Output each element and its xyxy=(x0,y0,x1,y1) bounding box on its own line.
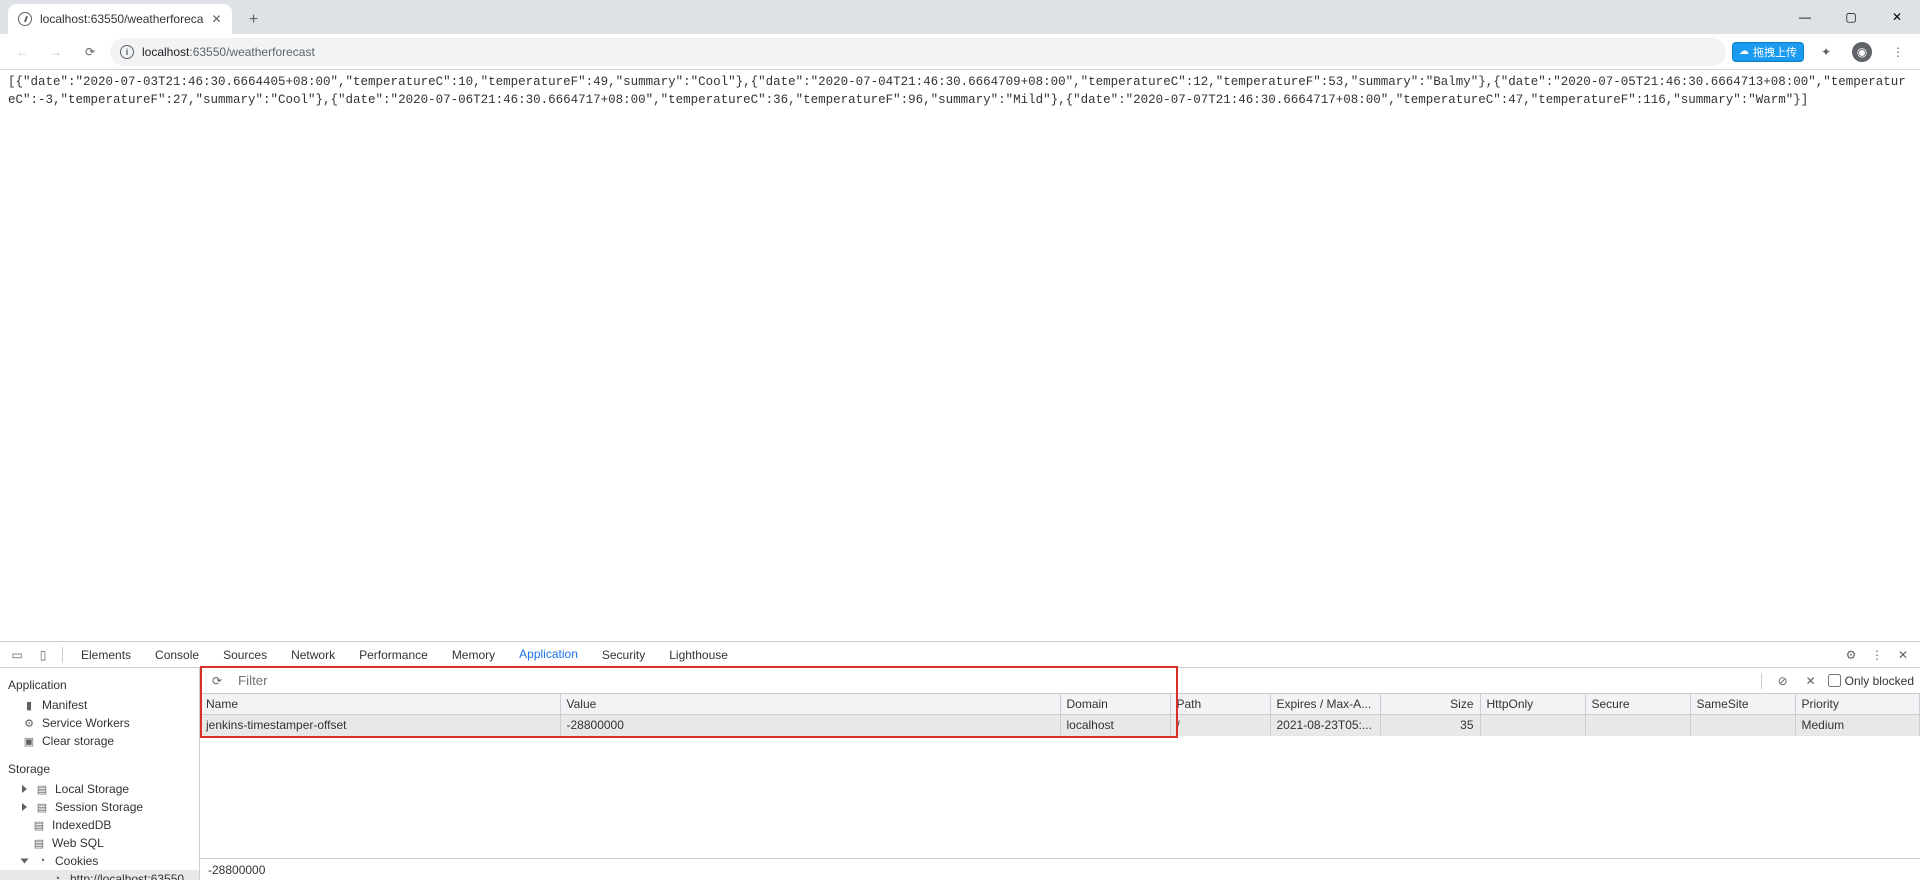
cookie-value: -28800000 xyxy=(560,715,1060,736)
tab-title: localhost:63550/weatherforeca xyxy=(40,12,203,26)
clear-icon: ▣ xyxy=(22,735,36,748)
profile-avatar[interactable]: ◉ xyxy=(1848,38,1876,66)
devtools-tab-console[interactable]: Console xyxy=(145,642,209,668)
cookies-table[interactable]: Name Value Domain Path Expires / Max-A..… xyxy=(200,694,1920,858)
col-secure[interactable]: Secure xyxy=(1585,694,1690,715)
database-icon: ▤ xyxy=(32,819,46,832)
col-value[interactable]: Value xyxy=(560,694,1060,715)
back-button[interactable]: ← xyxy=(8,38,36,66)
site-info-icon[interactable]: i xyxy=(120,45,134,59)
cookie-path: / xyxy=(1170,715,1270,736)
sidebar-section-application: Application xyxy=(0,674,199,696)
window-close-button[interactable]: ✕ xyxy=(1874,0,1920,34)
col-domain[interactable]: Domain xyxy=(1060,694,1170,715)
clear-all-icon[interactable]: ⊘ xyxy=(1772,670,1794,692)
page-body-json: [{"date":"2020-07-03T21:46:30.6664405+08… xyxy=(0,70,1920,113)
cookie-icon: ◔ xyxy=(35,855,49,867)
cookie-row[interactable]: jenkins-timestamper-offset -28800000 loc… xyxy=(200,715,1920,736)
sidebar-item-session-storage[interactable]: ▤Session Storage xyxy=(0,798,199,816)
cookie-value-preview: -28800000 xyxy=(200,858,1920,880)
devtools-tab-lighthouse[interactable]: Lighthouse xyxy=(659,642,738,668)
extension-label: 拖拽上传 xyxy=(1753,44,1797,60)
collapse-icon xyxy=(21,859,29,864)
window-maximize-button[interactable]: ▢ xyxy=(1828,0,1874,34)
application-sidebar: Application ▮Manifest ⚙Service Workers ▣… xyxy=(0,668,200,880)
devtools-tab-application[interactable]: Application xyxy=(509,642,588,668)
col-expires[interactable]: Expires / Max-A... xyxy=(1270,694,1380,715)
storage-icon: ▤ xyxy=(35,801,49,814)
sidebar-item-cookie-origin[interactable]: ◔http://localhost:63550 xyxy=(0,870,199,880)
devtools-tab-security[interactable]: Security xyxy=(592,642,655,668)
table-header-row: Name Value Domain Path Expires / Max-A..… xyxy=(200,694,1920,715)
cookie-name: jenkins-timestamper-offset xyxy=(200,715,560,736)
devtools-tab-performance[interactable]: Performance xyxy=(349,642,438,668)
devtools-tab-elements[interactable]: Elements xyxy=(71,642,141,668)
sidebar-section-storage: Storage xyxy=(0,758,199,780)
devtools-menu-icon[interactable]: ⋮ xyxy=(1866,644,1888,666)
sidebar-item-clear-storage[interactable]: ▣Clear storage xyxy=(0,732,199,750)
cloud-upload-icon: ☁ xyxy=(1739,46,1749,57)
sidebar-item-indexeddb[interactable]: ▤IndexedDB xyxy=(0,816,199,834)
cookie-domain: localhost xyxy=(1060,715,1170,736)
reload-button[interactable]: ⟳ xyxy=(76,38,104,66)
sidebar-item-local-storage[interactable]: ▤Local Storage xyxy=(0,780,199,798)
col-path[interactable]: Path xyxy=(1170,694,1270,715)
cookie-expires: 2021-08-23T05:... xyxy=(1270,715,1380,736)
extensions-icon[interactable]: ✦ xyxy=(1812,38,1840,66)
refresh-icon[interactable]: ⟳ xyxy=(206,670,228,692)
devtools-tab-sources[interactable]: Sources xyxy=(213,642,277,668)
devtools-settings-icon[interactable]: ⚙ xyxy=(1840,644,1862,666)
only-blocked-checkbox[interactable]: Only blocked xyxy=(1828,674,1914,688)
col-httponly[interactable]: HttpOnly xyxy=(1480,694,1585,715)
cookie-priority: Medium xyxy=(1795,715,1920,736)
globe-icon xyxy=(18,12,32,26)
sidebar-item-manifest[interactable]: ▮Manifest xyxy=(0,696,199,714)
devtools-close-icon[interactable]: ✕ xyxy=(1892,644,1914,666)
cookie-secure xyxy=(1585,715,1690,736)
cookie-httponly xyxy=(1480,715,1585,736)
devtools-tab-network[interactable]: Network xyxy=(281,642,345,668)
forward-button[interactable]: → xyxy=(42,38,70,66)
col-size[interactable]: Size xyxy=(1380,694,1480,715)
expand-icon xyxy=(22,785,27,793)
delete-selected-icon[interactable]: ✕ xyxy=(1800,670,1822,692)
database-icon: ▤ xyxy=(32,837,46,850)
window-controls: — ▢ ✕ xyxy=(1782,0,1920,34)
cookie-filter-input[interactable] xyxy=(234,670,1751,692)
devtools-panel: ▭ ▯ Elements Console Sources Network Per… xyxy=(0,641,1920,880)
browser-menu-icon[interactable]: ⋮ xyxy=(1884,38,1912,66)
expand-icon xyxy=(22,803,27,811)
tab-close-icon[interactable]: ✕ xyxy=(211,12,221,26)
storage-icon: ▤ xyxy=(35,783,49,796)
address-bar: ← → ⟳ i localhost:63550/weatherforecast … xyxy=(0,34,1920,70)
devtools-tab-memory[interactable]: Memory xyxy=(442,642,505,668)
browser-tab-strip: localhost:63550/weatherforeca ✕ + — ▢ ✕ xyxy=(0,0,1920,34)
gear-icon: ⚙ xyxy=(22,717,36,730)
cookies-toolbar: ⟳ ⊘ ✕ Only blocked xyxy=(200,668,1920,694)
sidebar-item-websql[interactable]: ▤Web SQL xyxy=(0,834,199,852)
cookies-pane: ⟳ ⊘ ✕ Only blocked Name Value xyxy=(200,668,1920,880)
manifest-icon: ▮ xyxy=(22,699,36,712)
cookie-samesite xyxy=(1690,715,1795,736)
window-minimize-button[interactable]: — xyxy=(1782,0,1828,34)
new-tab-button[interactable]: + xyxy=(240,6,268,34)
sidebar-item-cookies[interactable]: ◔Cookies xyxy=(0,852,199,870)
col-name[interactable]: Name xyxy=(200,694,560,715)
origin-icon: ◔ xyxy=(50,873,64,880)
col-priority[interactable]: Priority xyxy=(1795,694,1920,715)
omnibox[interactable]: i localhost:63550/weatherforecast xyxy=(110,38,1726,66)
col-samesite[interactable]: SameSite xyxy=(1690,694,1795,715)
devtools-tab-bar: ▭ ▯ Elements Console Sources Network Per… xyxy=(0,642,1920,668)
device-toolbar-icon[interactable]: ▯ xyxy=(32,644,54,666)
url-text: localhost:63550/weatherforecast xyxy=(142,45,315,59)
browser-tab[interactable]: localhost:63550/weatherforeca ✕ xyxy=(8,4,232,34)
extension-upload-badge[interactable]: ☁ 拖拽上传 xyxy=(1732,42,1804,62)
sidebar-item-service-workers[interactable]: ⚙Service Workers xyxy=(0,714,199,732)
cookie-size: 35 xyxy=(1380,715,1480,736)
inspect-element-icon[interactable]: ▭ xyxy=(6,644,28,666)
